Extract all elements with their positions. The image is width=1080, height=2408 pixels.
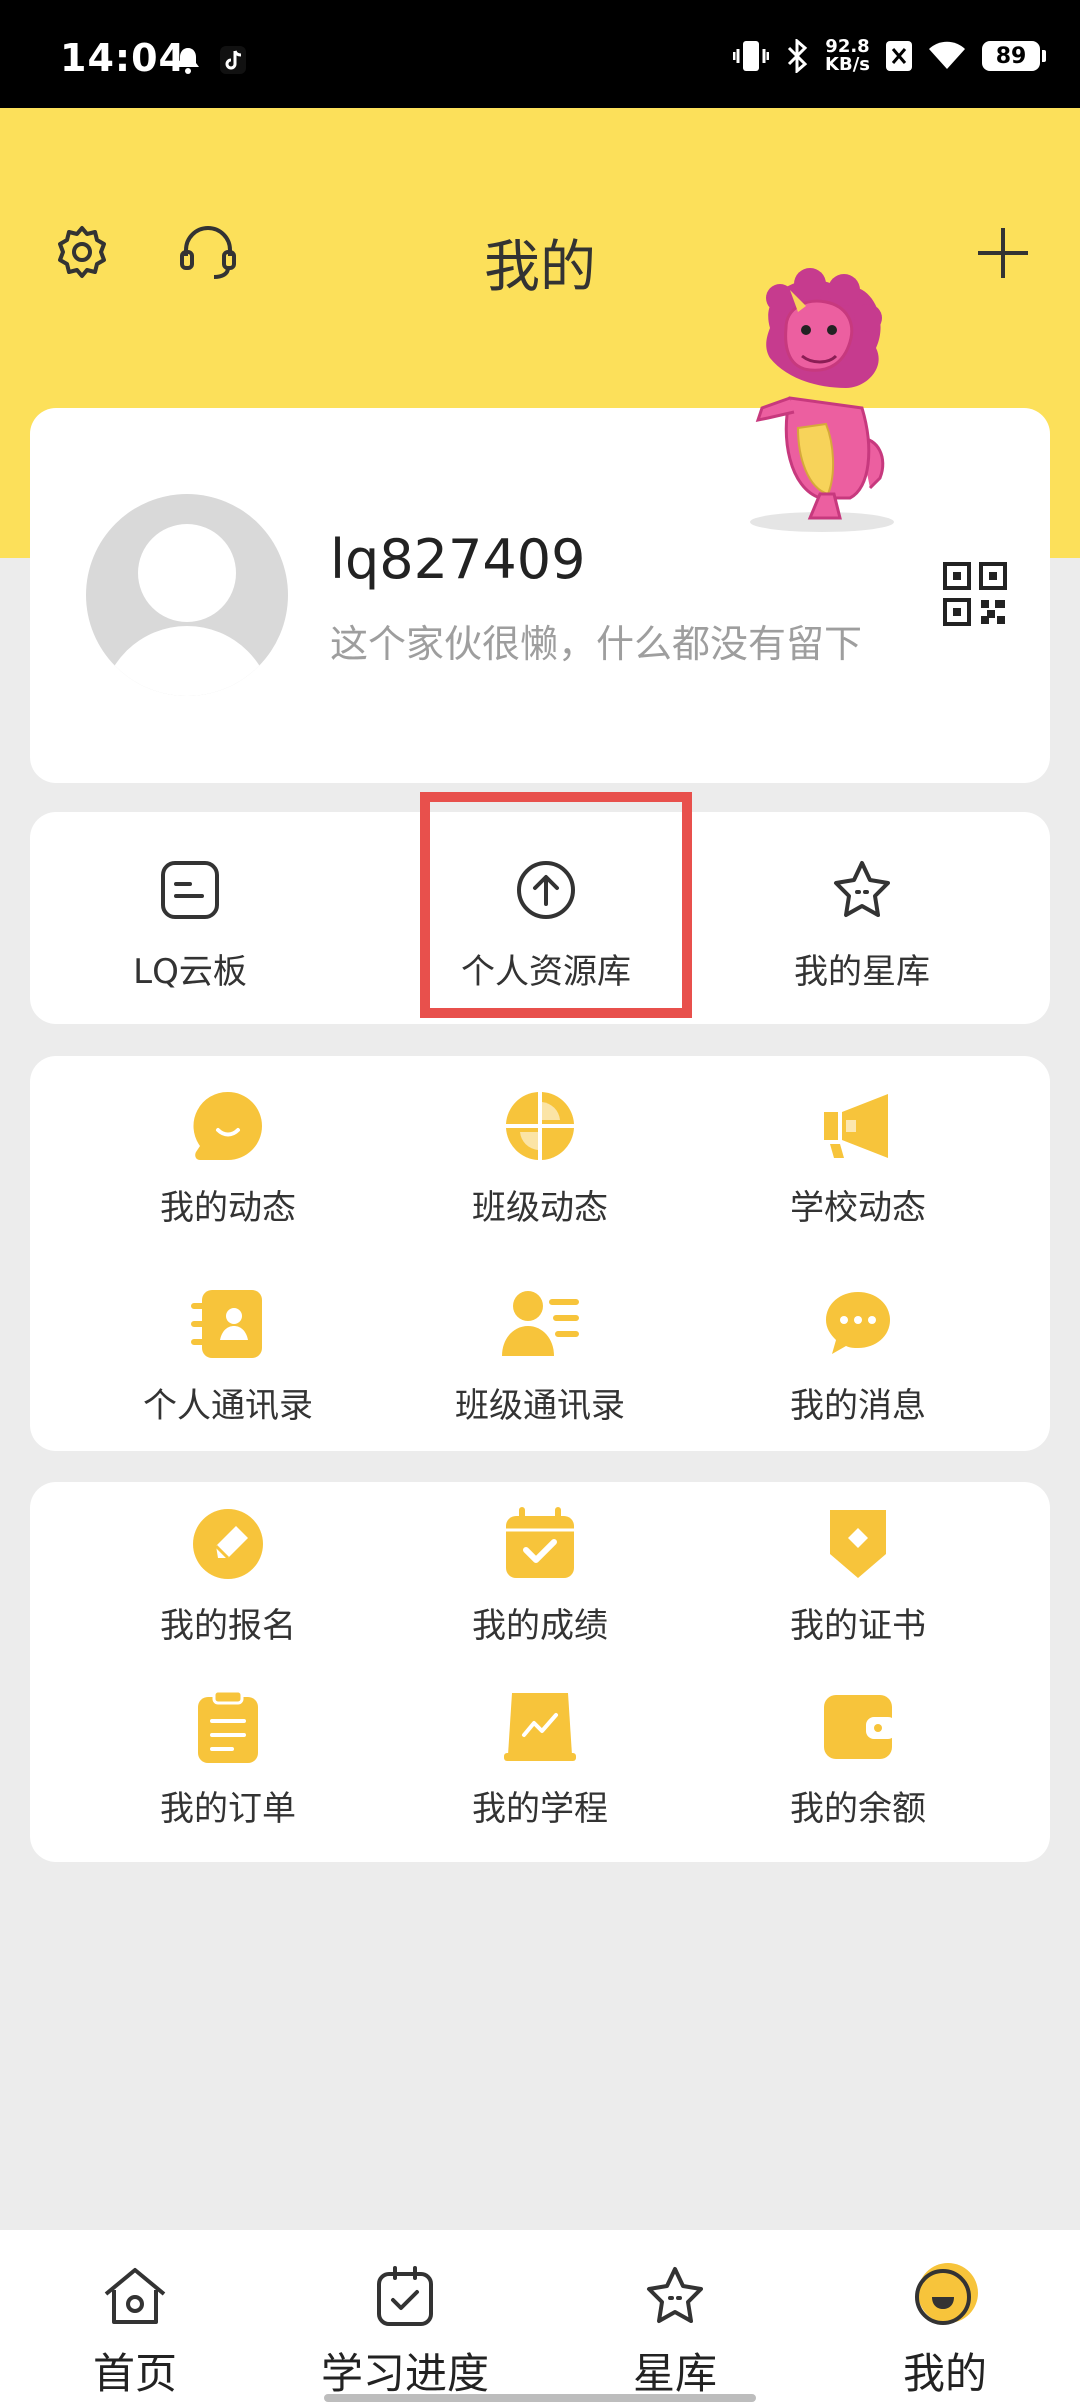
star-icon (834, 861, 890, 917)
home-icon (104, 2268, 166, 2324)
battery-indicator: 89 (982, 41, 1046, 71)
nav-label: 星库 (632, 2349, 717, 2398)
chart-icon (504, 1693, 576, 1761)
lq-whiteboard-item[interactable]: LQ云板 (30, 850, 350, 993)
net-speed-unit: KB/s (825, 54, 870, 75)
wallet-icon (824, 1695, 896, 1759)
menu-label: 班级动态 (472, 1188, 608, 1228)
menu-label: 我的学程 (472, 1789, 608, 1829)
my-study-path-item[interactable]: 我的学程 (380, 1687, 700, 1830)
menu-label: 班级通讯录 (455, 1386, 625, 1426)
clipboard-icon (198, 1689, 258, 1763)
plus-icon (978, 228, 1028, 278)
menu-label: 我的消息 (790, 1386, 926, 1426)
certificate-icon (830, 1510, 886, 1578)
calendar-check-icon (506, 1507, 574, 1578)
username: lq827409 (330, 528, 586, 591)
page-title: 我的 (484, 235, 596, 300)
sim-x-icon (886, 41, 912, 71)
personal-contacts-item[interactable]: 个人通讯录 (68, 1284, 388, 1427)
highlight-box (420, 792, 692, 1018)
class-contacts-icon (502, 1291, 579, 1356)
quick-action-label: LQ云板 (133, 952, 247, 992)
menu-label: 我的动态 (160, 1188, 296, 1228)
activity-contacts-card: 我的动态 班级动态 学校动态 个人通讯录 班级通讯录 我的消息 (30, 1056, 1050, 1451)
menu-label: 我的报名 (160, 1606, 296, 1646)
progress-icon (377, 2266, 433, 2326)
bio-text: 这个家伙很懒，什么都没有留下 (330, 622, 863, 666)
menu-label: 我的订单 (160, 1789, 296, 1829)
menu-label: 我的余额 (790, 1789, 926, 1829)
nav-study-progress[interactable]: 学习进度 (270, 2260, 540, 2401)
quick-action-label: 我的星库 (794, 952, 930, 992)
whiteboard-icon (161, 861, 219, 919)
menu-label: 我的证书 (790, 1606, 926, 1646)
message-icon (826, 1292, 890, 1354)
bottom-navigation: 首页 学习进度 星库 我的 (0, 2230, 1080, 2408)
qr-code-icon (943, 562, 1007, 626)
smile-bubble-icon (193, 1091, 262, 1160)
nav-label: 我的 (902, 2349, 987, 2398)
my-activity-item[interactable]: 我的动态 (68, 1086, 388, 1229)
class-activity-item[interactable]: 班级动态 (380, 1086, 700, 1229)
pinwheel-icon (506, 1092, 574, 1160)
nav-star-library[interactable]: 星库 (540, 2260, 810, 2401)
me-icon (915, 2263, 978, 2325)
qr-code-button[interactable] (943, 562, 1007, 630)
vibrate-icon (733, 41, 770, 71)
my-messages-item[interactable]: 我的消息 (698, 1284, 1018, 1427)
my-orders-item[interactable]: 我的订单 (68, 1687, 388, 1830)
status-time: 14:04 (60, 36, 186, 80)
status-bar: 14:04 92.8 KB/s 89 (0, 0, 1080, 108)
notification-bell-icon (177, 48, 199, 74)
tiktok-icon (220, 46, 246, 74)
nav-label: 学习进度 (320, 2349, 489, 2398)
home-indicator[interactable] (324, 2394, 756, 2402)
star-icon (647, 2267, 703, 2323)
school-activity-item[interactable]: 学校动态 (698, 1086, 1018, 1229)
avatar[interactable] (86, 494, 288, 696)
nav-label: 首页 (92, 2349, 177, 2398)
wifi-icon (929, 41, 965, 69)
my-balance-item[interactable]: 我的余额 (698, 1687, 1018, 1830)
menu-label: 个人通讯录 (143, 1386, 313, 1426)
nav-home[interactable]: 首页 (0, 2260, 270, 2401)
my-enrollment-item[interactable]: 我的报名 (68, 1504, 388, 1647)
my-certificates-item[interactable]: 我的证书 (698, 1504, 1018, 1647)
services-card: 我的报名 我的成绩 我的证书 我的订单 我的学程 我的余额 (30, 1482, 1050, 1862)
dinosaur-mascot-illustration (750, 268, 894, 532)
menu-label: 学校动态 (790, 1188, 926, 1228)
my-star-library-item[interactable]: 我的星库 (702, 850, 1022, 993)
nav-me[interactable]: 我的 (810, 2260, 1080, 2401)
my-scores-item[interactable]: 我的成绩 (380, 1504, 700, 1647)
contact-book-icon (191, 1290, 262, 1358)
pencil-icon (193, 1509, 263, 1579)
add-button[interactable] (976, 226, 1030, 284)
menu-label: 我的成绩 (472, 1606, 608, 1646)
class-contacts-item[interactable]: 班级通讯录 (380, 1284, 700, 1427)
bluetooth-icon (787, 39, 808, 73)
megaphone-icon (824, 1094, 888, 1158)
